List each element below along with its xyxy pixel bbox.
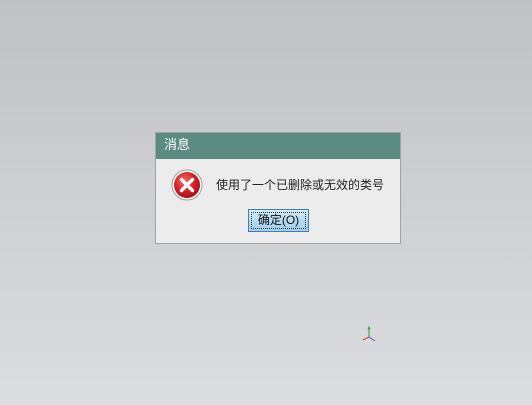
dialog-content: 使用了一个已删除或无效的类号 确定(O)	[156, 159, 400, 243]
dialog-message: 使用了一个已删除或无效的类号	[216, 178, 385, 192]
message-dialog: 消息 使用了一个已删除或无效的类号 确定(O)	[155, 132, 401, 244]
ok-button[interactable]: 确定(O)	[248, 209, 309, 232]
error-icon	[171, 169, 203, 201]
xyz-axis-icon	[362, 326, 376, 342]
dialog-title: 消息	[156, 133, 400, 159]
